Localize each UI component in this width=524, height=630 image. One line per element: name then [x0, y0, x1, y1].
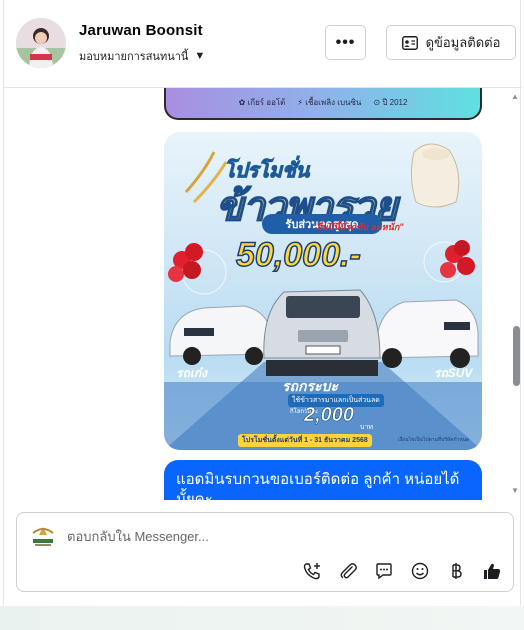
contact-card-icon	[401, 35, 418, 50]
caret-down-icon: ▼	[194, 50, 206, 62]
promo-conditions: เงื่อนไขเป็นไปตามที่บริษัทกำหนด	[398, 437, 470, 443]
contact-name: Jaruwan Boonsit	[79, 22, 203, 39]
spec-year: ⊙ ปี 2012	[373, 98, 408, 107]
message-list-scrollbar[interactable]: ▲ ▼	[509, 88, 522, 500]
spec-gear: ✿ เกียร์ ออโต้	[238, 98, 286, 107]
more-icon: •••	[335, 33, 356, 51]
promo-date-range: โปรโมชั่นตั้งแต่วันที่ 1 - 31 ธันวาคม 25…	[238, 434, 372, 447]
promo-baht: บาท	[360, 424, 373, 431]
promo-price-per-kg: 2,000	[304, 404, 355, 427]
call-add-icon[interactable]	[301, 560, 323, 582]
assign-label: มอบหมายการสนทนานี้	[79, 51, 189, 63]
assign-conversation-dropdown[interactable]: มอบหมายการสนทนานี้ ▼	[79, 47, 205, 65]
like-thumbs-up-icon[interactable]	[481, 560, 503, 582]
avatar[interactable]	[16, 18, 66, 68]
scroll-down-arrow-icon[interactable]: ▼	[511, 486, 519, 495]
bottom-background-strip	[0, 606, 524, 630]
reply-composer	[16, 512, 514, 592]
spec-fuel: ⚡ เชื้อเพลิง เบนซิน	[297, 98, 362, 107]
saved-replies-icon[interactable]	[373, 560, 395, 582]
composer-toolbar	[301, 560, 503, 582]
more-options-button[interactable]: •••	[325, 25, 366, 60]
attachment-icon[interactable]	[337, 560, 359, 582]
promo-label-suv: รถSUV	[434, 366, 473, 380]
reply-input[interactable]	[67, 525, 487, 547]
previous-image-message[interactable]: ✿ เกียร์ ออโต้ ⚡ เชื้อเพลิง เบนซิน ⊙ ปี …	[164, 88, 482, 120]
scrollbar-thumb[interactable]	[513, 326, 520, 386]
page-logo-icon	[32, 527, 54, 546]
view-contact-info-button[interactable]: ดูข้อมูลติดต่อ	[386, 25, 516, 60]
contact-info-label: ดูข้อมูลติดต่อ	[425, 35, 501, 50]
baht-payment-icon[interactable]	[445, 560, 467, 582]
conversation-header: Jaruwan Boonsit มอบหมายการสนทนานี้ ▼ •••…	[4, 0, 522, 88]
outgoing-message-bubble[interactable]: แอดมินรบกวนขอเบอร์ติดต่อ ลูกค้า หน่อยได้…	[164, 460, 482, 500]
promo-label-sedan: รถเก๋ง	[176, 366, 207, 380]
promo-image-message[interactable]: โปรโมชั่น ข้าวพารวย รับส่วนลดสูงสุด "ลื่…	[164, 132, 482, 450]
message-list[interactable]: ✿ เกียร์ ออโต้ ⚡ เชื้อเพลิง เบนซิน ⊙ ปี …	[4, 88, 522, 500]
promo-tagline: "ลื่นปีนี้มีรถขับ ลดหนัก"	[312, 222, 404, 232]
promo-discount-amount: 50,000.-	[235, 235, 361, 275]
scroll-up-arrow-icon[interactable]: ▲	[511, 92, 519, 101]
emoji-icon[interactable]	[409, 560, 431, 582]
conversation-panel: Jaruwan Boonsit มอบหมายการสนทนานี้ ▼ •••…	[3, 0, 522, 606]
car-specs-row: ✿ เกียร์ ออโต้ ⚡ เชื้อเพลิง เบนซิน ⊙ ปี …	[166, 96, 480, 109]
